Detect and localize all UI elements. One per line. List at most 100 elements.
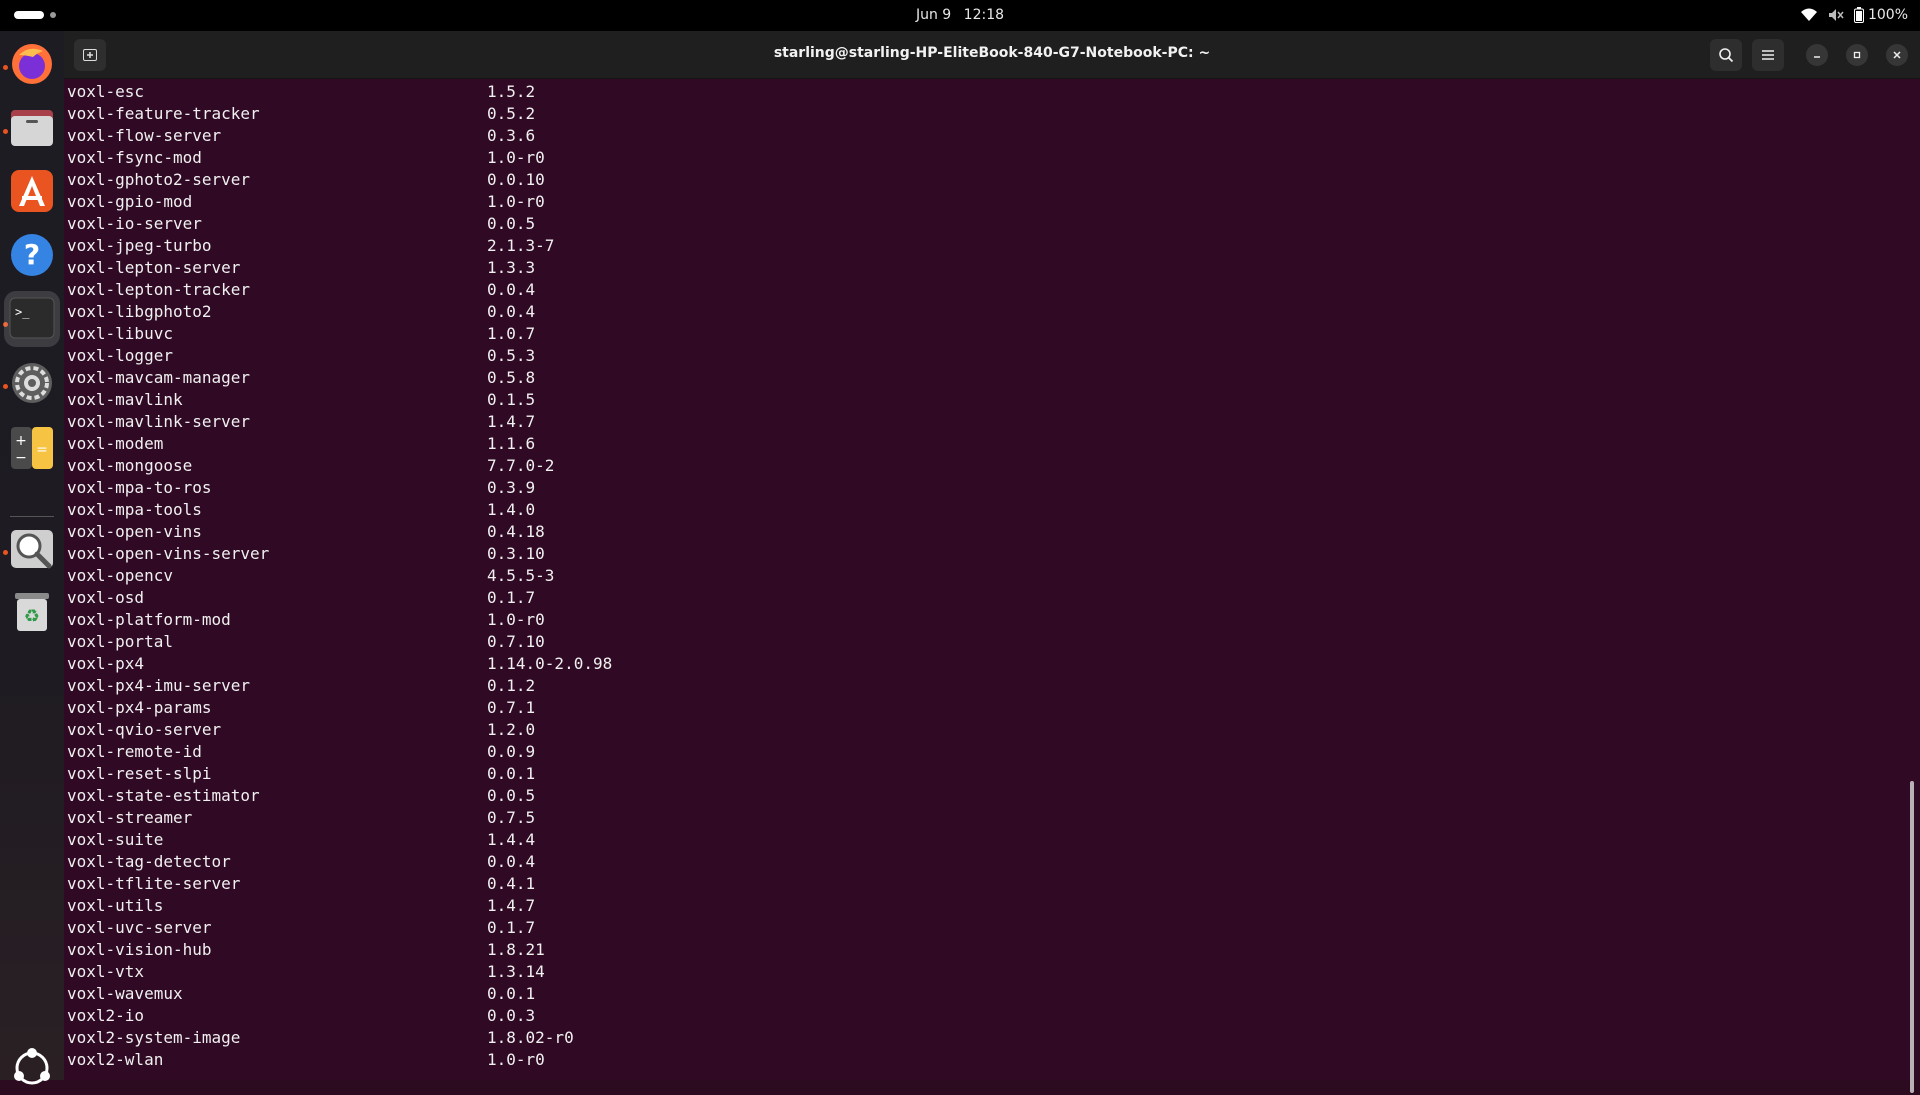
package-version: 4.5.5-3 [487, 566, 555, 585]
package-version: 1.1.6 [487, 434, 536, 453]
package-name: voxl-mavlink [67, 390, 183, 409]
package-name: voxl-flow-server [67, 126, 222, 145]
package-name: voxl-vtx [67, 962, 145, 981]
package-name: voxl-gphoto2-server [67, 170, 251, 189]
package-version: 0.1.5 [487, 390, 536, 409]
terminal-icon[interactable]: >_ [4, 291, 60, 347]
close-button[interactable] [1886, 44, 1908, 66]
dock-separator [10, 516, 54, 517]
running-indicator [3, 129, 8, 134]
terminal-line: voxl-lepton-tracker 0.0.4 [67, 279, 1907, 301]
terminal-line: voxl-qvio-server 1.2.0 [67, 719, 1907, 741]
package-name: voxl-modem [67, 434, 164, 453]
files-icon[interactable] [9, 104, 55, 150]
package-name: voxl-mavcam-manager [67, 368, 251, 387]
menu-button[interactable] [1752, 39, 1784, 71]
package-name: voxl-mongoose [67, 456, 193, 475]
terminal-line: voxl-open-vins 0.4.18 [67, 521, 1907, 543]
help-icon[interactable]: ? [9, 232, 55, 278]
close-icon [1893, 51, 1901, 59]
scrollbar[interactable] [1910, 781, 1914, 1093]
svg-text:+: + [15, 433, 27, 449]
package-version: 0.5.8 [487, 368, 536, 387]
firefox-icon[interactable] [9, 41, 55, 87]
restore-icon [1853, 51, 1861, 59]
terminal-line: voxl-mpa-tools 1.4.0 [67, 499, 1907, 521]
system-tray[interactable]: 100% [1800, 7, 1908, 23]
terminal-line: voxl-px4-params 0.7.1 [67, 697, 1907, 719]
terminal-line: voxl2-io 0.0.3 [67, 1005, 1907, 1027]
package-name: voxl-remote-id [67, 742, 202, 761]
package-version: 0.7.1 [487, 698, 536, 717]
package-name: voxl-reset-slpi [67, 764, 212, 783]
package-version: 0.3.10 [487, 544, 545, 563]
terminal-line: voxl-jpeg-turbo 2.1.3-7 [67, 235, 1907, 257]
terminal-line: voxl-modem 1.1.6 [67, 433, 1907, 455]
package-name: voxl-px4-imu-server [67, 676, 251, 695]
package-version: 0.5.3 [487, 346, 536, 365]
terminal-line: voxl-open-vins-server 0.3.10 [67, 543, 1907, 565]
package-name: voxl-libgphoto2 [67, 302, 212, 321]
package-name: voxl-utils [67, 896, 164, 915]
terminal-line: voxl-esc 1.5.2 [67, 81, 1907, 103]
package-version: 1.8.21 [487, 940, 545, 959]
settings-icon[interactable] [9, 360, 55, 406]
package-name: voxl-lepton-tracker [67, 280, 251, 299]
restore-button[interactable] [1846, 44, 1868, 66]
terminal-line: voxl-gphoto2-server 0.0.10 [67, 169, 1907, 191]
terminal-line: voxl-remote-id 0.0.9 [67, 741, 1907, 763]
terminal-line: voxl-tag-detector 0.0.4 [67, 851, 1907, 873]
terminal-line: voxl-flow-server 0.3.6 [67, 125, 1907, 147]
package-version: 0.0.4 [487, 302, 536, 321]
window-header[interactable]: starling@starling-HP-EliteBook-840-G7-No… [64, 31, 1920, 79]
package-name: voxl-vision-hub [67, 940, 212, 959]
package-name: voxl-fsync-mod [67, 148, 202, 167]
calculator-icon[interactable]: + − = [9, 425, 55, 471]
package-version: 1.3.3 [487, 258, 536, 277]
package-version: 0.0.4 [487, 280, 536, 299]
terminal-output[interactable]: voxl-esc 1.5.2 voxl-feature-tracker 0.5.2 vo… [67, 81, 1907, 1081]
package-name: voxl-suite [67, 830, 164, 849]
terminal-line: voxl-tflite-server 0.4.1 [67, 873, 1907, 895]
clock[interactable]: Jun 9 12:18 [0, 7, 1920, 23]
package-name: voxl-streamer [67, 808, 193, 827]
package-name: voxl-jpeg-turbo [67, 236, 212, 255]
package-version: 0.0.4 [487, 852, 536, 871]
package-version: 1.4.0 [487, 500, 536, 519]
trash-icon[interactable]: ♻ [9, 589, 55, 635]
terminal-line: voxl-platform-mod 1.0-r0 [67, 609, 1907, 631]
terminal-line: voxl-vision-hub 1.8.21 [67, 939, 1907, 961]
terminal-line: voxl-state-estimator 0.0.5 [67, 785, 1907, 807]
terminal-line: voxl-uvc-server 0.1.7 [67, 917, 1907, 939]
image-viewer-icon[interactable] [9, 526, 55, 572]
package-version: 0.3.6 [487, 126, 536, 145]
terminal-line: voxl-mongoose 7.7.0-2 [67, 455, 1907, 477]
package-name: voxl-mavlink-server [67, 412, 251, 431]
minimize-button[interactable] [1806, 44, 1828, 66]
search-button[interactable] [1710, 39, 1742, 71]
terminal-line: voxl-mpa-to-ros 0.3.9 [67, 477, 1907, 499]
minimize-icon [1814, 56, 1820, 58]
package-version: 1.3.14 [487, 962, 545, 981]
running-indicator [3, 65, 8, 70]
package-version: 0.0.1 [487, 764, 536, 783]
window-title: starling@starling-HP-EliteBook-840-G7-No… [773, 45, 1211, 61]
svg-text:−: − [15, 450, 27, 466]
terminal-window[interactable]: starling@starling-HP-EliteBook-840-G7-No… [64, 31, 1920, 1093]
terminal-line: voxl2-system-image 1.8.02-r0 [67, 1027, 1907, 1049]
package-name: voxl-io-server [67, 214, 202, 233]
terminal-line: voxl-logger 0.5.3 [67, 345, 1907, 367]
package-version: 0.4.18 [487, 522, 545, 541]
app-center-icon[interactable] [9, 168, 55, 214]
package-name: voxl-open-vins-server [67, 544, 270, 563]
package-version: 7.7.0-2 [487, 456, 555, 475]
package-name: voxl-esc [67, 82, 145, 101]
terminal-line: voxl-fsync-mod 1.0-r0 [67, 147, 1907, 169]
package-name: voxl-platform-mod [67, 610, 231, 629]
running-indicator [3, 384, 8, 389]
show-apps-icon[interactable] [9, 1045, 55, 1091]
wifi-icon [1800, 8, 1817, 21]
hamburger-menu-icon [1762, 50, 1774, 60]
terminal-line: voxl-libgphoto2 0.0.4 [67, 301, 1907, 323]
terminal-line: voxl-mavlink-server 1.4.7 [67, 411, 1907, 433]
